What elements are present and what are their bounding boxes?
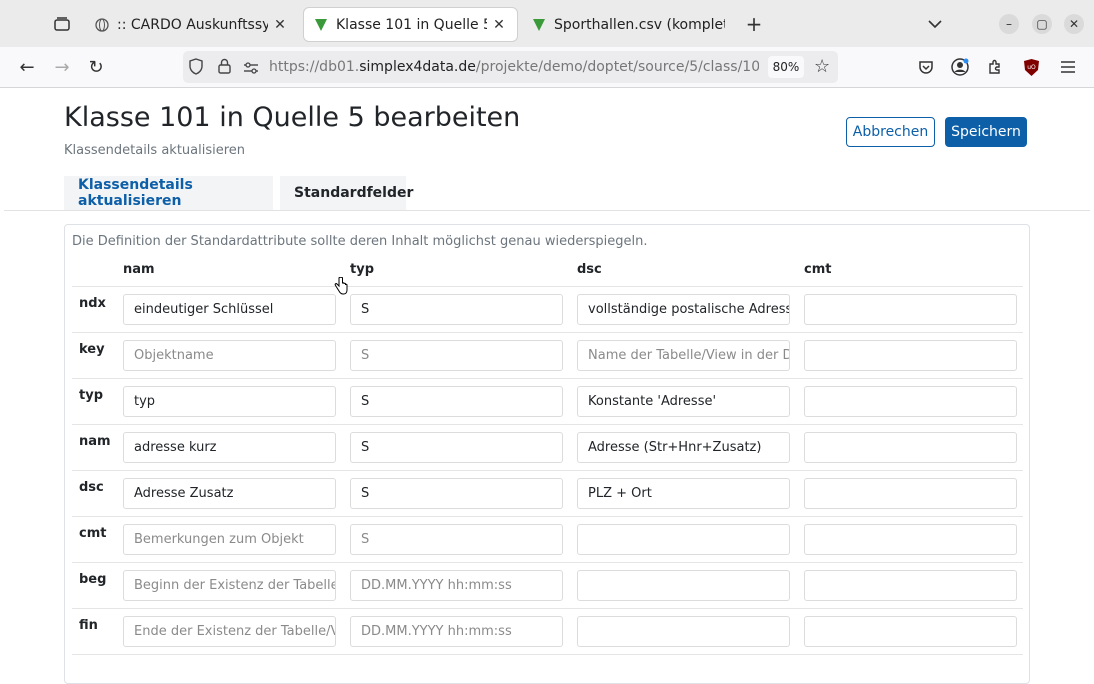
row-label: cmt — [79, 526, 107, 541]
browser-tab-title: :: CARDO Auskunftssystem — [117, 16, 268, 33]
field-dsc-input[interactable]: vollständige postalische Adresse — [577, 294, 790, 325]
reload-icon[interactable]: ↻ — [82, 53, 110, 81]
field-nam-input[interactable]: Objektname — [123, 340, 336, 371]
address-bar[interactable]: https://db01.simplex4data.de/projekte/de… — [183, 51, 838, 83]
hamburger-menu-icon[interactable] — [1054, 53, 1082, 81]
svg-text:uO: uO — [1027, 64, 1036, 71]
field-nam-input[interactable]: Bemerkungen zum Objekt — [123, 524, 336, 555]
field-nam-input[interactable]: eindeutiger Schlüssel — [123, 294, 336, 325]
intro-text: Die Definition der Standardattribute sol… — [72, 234, 648, 249]
close-tab-icon[interactable]: ✕ — [491, 17, 507, 33]
triangle-logo-icon — [532, 18, 546, 32]
browser-tab-sporthallen[interactable]: Sporthallen.csv (komplett) — [522, 8, 735, 41]
browser-tab-title: Sporthallen.csv (komplett) — [554, 16, 725, 33]
shield-icon[interactable] — [189, 58, 203, 79]
lock-icon[interactable] — [218, 58, 231, 78]
close-window-icon[interactable]: ✕ — [1064, 14, 1084, 34]
page-content: Klasse 101 in Quelle 5 bearbeiten Klasse… — [4, 88, 1090, 684]
back-arrow-icon[interactable]: ← — [13, 53, 41, 81]
field-cmt-input[interactable] — [804, 340, 1017, 371]
field-nam-input[interactable]: typ — [123, 386, 336, 417]
page-title: Klasse 101 in Quelle 5 bearbeiten — [64, 102, 521, 133]
field-dsc-input[interactable]: Konstante 'Adresse' — [577, 386, 790, 417]
browser-tab-bar: :: CARDO Auskunftssystem ✕ Klasse 101 in… — [0, 0, 1094, 47]
field-dsc-input[interactable]: Adresse (Str+Hnr+Zusatz) — [577, 432, 790, 463]
table-row: typ typ S Konstante 'Adresse' — [72, 378, 1023, 425]
maximize-icon[interactable]: ▢ — [1032, 14, 1052, 34]
browser-nav-bar: ← → ↻ https://db01.simplex4data.de/proje… — [0, 47, 1094, 88]
table-row: ndx eindeutiger Schlüssel Svollständige po… — [72, 286, 1023, 333]
column-header-dsc: dsc — [577, 262, 602, 277]
field-nam-input[interactable]: Beginn der Existenz der Tabelle — [123, 570, 336, 601]
field-typ-input[interactable]: DD.MM.YYYY hh:mm:ss — [350, 616, 563, 647]
bookmark-star-icon[interactable]: ☆ — [814, 56, 830, 77]
table-row: key Objektname S Name der Tabelle/View in d… — [72, 332, 1023, 379]
tab-standardfelder[interactable]: Standardfelder — [280, 176, 413, 210]
extensions-icon[interactable] — [981, 53, 1009, 81]
row-label: key — [79, 342, 105, 357]
field-typ-input[interactable]: S — [350, 524, 563, 555]
field-cmt-input[interactable] — [804, 386, 1017, 417]
field-typ-input[interactable]: S — [350, 432, 563, 463]
forward-arrow-icon[interactable]: → — [48, 53, 76, 81]
url-text[interactable]: https://db01.simplex4data.de/projekte/de… — [269, 59, 759, 75]
field-dsc-input[interactable]: PLZ + Ort — [577, 478, 790, 509]
field-cmt-input[interactable] — [804, 432, 1017, 463]
tab-overview-icon[interactable] — [49, 11, 75, 37]
field-typ-input[interactable]: S — [350, 478, 563, 509]
field-typ-input[interactable]: DD.MM.YYYY hh:mm:ss — [350, 570, 563, 601]
browser-tab-cardo[interactable]: :: CARDO Auskunftssystem ✕ — [85, 8, 298, 41]
table-row: nam adresse kurz S Adresse (Str+Hnr+Zusatz) — [72, 424, 1023, 471]
row-label: nam — [79, 434, 111, 449]
field-nam-input[interactable]: adresse kurz — [123, 432, 336, 463]
field-dsc-input[interactable] — [577, 524, 790, 555]
hand-cursor-icon — [334, 276, 348, 299]
column-header-nam: nam — [123, 262, 155, 277]
field-typ-input[interactable]: S — [350, 294, 563, 325]
tab-klassendetails[interactable]: Klassendetails aktualisieren — [64, 176, 273, 210]
field-dsc-input[interactable] — [577, 570, 790, 601]
standardfelder-panel: Die Definition der Standardattribute sol… — [64, 224, 1030, 684]
page-header: Klasse 101 in Quelle 5 bearbeiten Klasse… — [4, 88, 1090, 211]
field-typ-input[interactable]: S — [350, 340, 563, 371]
close-tab-icon[interactable]: ✕ — [272, 17, 288, 33]
save-button[interactable]: Speichern — [945, 117, 1027, 147]
row-label: beg — [79, 572, 107, 587]
row-label: dsc — [79, 480, 104, 495]
pocket-icon[interactable] — [912, 53, 940, 81]
chevron-down-icon[interactable] — [922, 11, 948, 37]
minimize-icon[interactable]: – — [999, 14, 1019, 34]
permissions-icon[interactable] — [243, 60, 259, 79]
globe-icon — [95, 17, 109, 32]
ublock-icon[interactable]: uO — [1017, 53, 1045, 81]
zoom-level[interactable]: 80% — [768, 56, 804, 78]
field-dsc-input[interactable] — [577, 616, 790, 647]
field-cmt-input[interactable] — [804, 478, 1017, 509]
field-cmt-input[interactable] — [804, 616, 1017, 647]
cancel-button[interactable]: Abbrechen — [846, 117, 935, 147]
field-cmt-input[interactable] — [804, 570, 1017, 601]
field-cmt-input[interactable] — [804, 524, 1017, 555]
page-subtitle: Klassendetails aktualisieren — [64, 143, 246, 158]
row-label: typ — [79, 388, 103, 403]
table-row: beg Beginn der Existenz der Tabelle DD.MM.… — [72, 562, 1023, 609]
browser-tab-title: Klasse 101 in Quelle 5 bearbeiten — [336, 16, 487, 33]
table-divider — [72, 654, 1023, 656]
table-row: cmt Bemerkungen zum Objekt S — [72, 516, 1023, 563]
column-header-typ: typ — [350, 262, 374, 277]
field-cmt-input[interactable] — [804, 294, 1017, 325]
table-row: dsc Adresse Zusatz S PLZ + Ort — [72, 470, 1023, 517]
field-nam-input[interactable]: Adresse Zusatz — [123, 478, 336, 509]
field-nam-input[interactable]: Ende der Existenz der Tabelle/V — [123, 616, 336, 647]
new-tab-icon[interactable]: + — [741, 11, 767, 37]
field-dsc-input[interactable]: Name der Tabelle/View in der D — [577, 340, 790, 371]
row-label: ndx — [79, 296, 106, 311]
triangle-logo-icon — [314, 18, 328, 32]
field-typ-input[interactable]: S — [350, 386, 563, 417]
account-icon[interactable] — [946, 53, 974, 81]
browser-tab-klasse[interactable]: Klasse 101 in Quelle 5 bearbeiten ✕ — [304, 8, 517, 41]
row-label: fin — [79, 618, 98, 633]
table-row: fin Ende der Existenz der Tabelle/V DD.MM.… — [72, 608, 1023, 655]
column-header-cmt: cmt — [804, 262, 832, 277]
